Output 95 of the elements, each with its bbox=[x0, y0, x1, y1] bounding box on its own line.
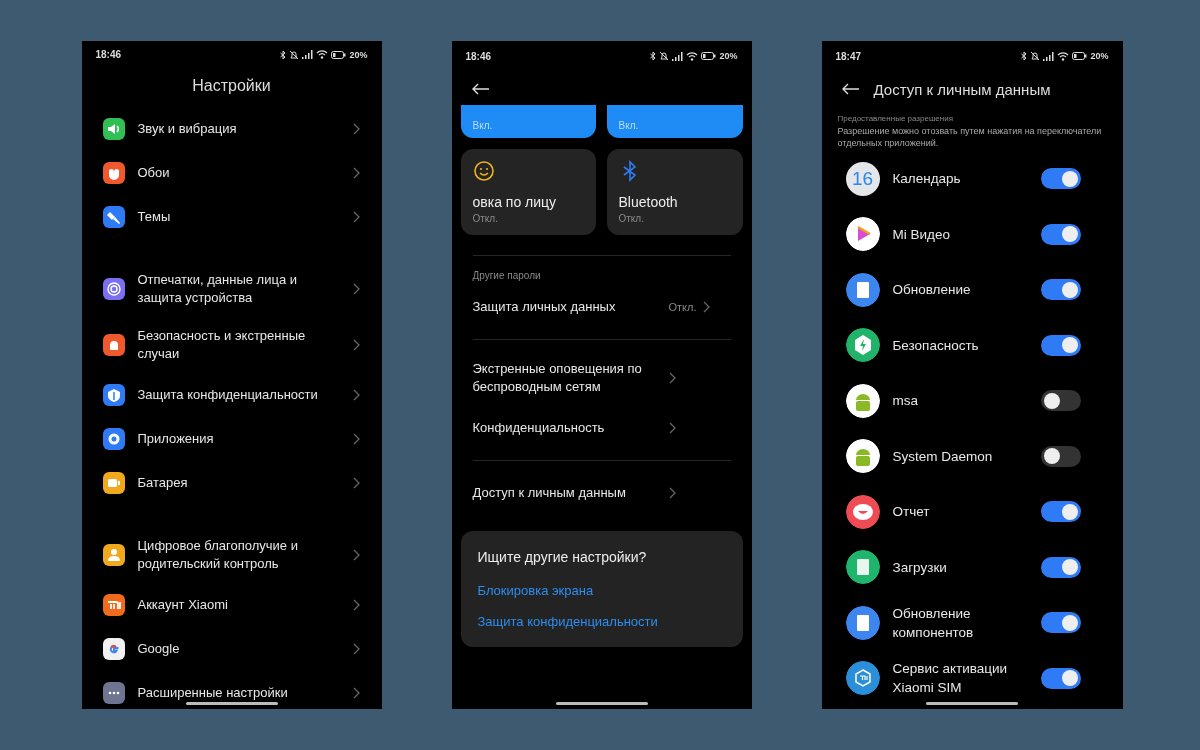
chevron-icon bbox=[668, 372, 676, 384]
app-name: Отчет bbox=[892, 503, 931, 522]
battery-icon bbox=[701, 52, 717, 60]
quick-tile[interactable]: овка по лицу Откл. bbox=[460, 149, 596, 235]
chevron-icon bbox=[668, 422, 676, 434]
settings-item[interactable]: Звук и вибрация bbox=[81, 107, 382, 151]
app-name: msa bbox=[892, 392, 919, 411]
screen-title: Доступ к личным данным bbox=[873, 80, 1051, 98]
signal-icon bbox=[302, 50, 314, 59]
battery-icon bbox=[331, 50, 347, 59]
chevron-icon bbox=[352, 283, 360, 295]
chevron-icon bbox=[352, 211, 360, 223]
section-caption: Предоставленные разрешения bbox=[836, 113, 954, 123]
mute-icon bbox=[289, 49, 300, 60]
settings-item[interactable]: Темы bbox=[81, 195, 382, 239]
settings-item[interactable]: Приложения bbox=[81, 417, 382, 461]
item-value: Откл. bbox=[668, 301, 697, 313]
description-text: Разрешение можно отозвать путем нажатия на переключатели отдельных приложений. bbox=[836, 125, 1103, 150]
toggle-switch[interactable] bbox=[1040, 667, 1081, 689]
clock-time: 18:47 bbox=[835, 50, 862, 62]
settings-item[interactable]: Обои bbox=[81, 151, 382, 195]
smiley-icon bbox=[472, 160, 495, 182]
section-header: Другие пароли bbox=[471, 269, 542, 283]
settings-item[interactable]: Отпечатки, данные лица и защита устройства bbox=[81, 261, 382, 317]
quick-tile[interactable]: Bluetooth Откл. bbox=[606, 149, 743, 235]
chevron-icon bbox=[352, 167, 360, 179]
chevron-icon bbox=[352, 123, 360, 135]
app-name: Сервис активации Xiaomi SIM bbox=[892, 660, 1009, 698]
chevron-icon bbox=[352, 339, 360, 351]
screen-title: Настройки bbox=[191, 76, 272, 96]
chevron-icon bbox=[352, 477, 360, 489]
chevron-icon bbox=[668, 487, 676, 499]
settings-item[interactable]: Google bbox=[81, 627, 382, 671]
chevron-icon bbox=[352, 687, 360, 699]
bluetooth-icon bbox=[280, 49, 287, 60]
toggle-switch[interactable] bbox=[1040, 556, 1081, 578]
mute-icon bbox=[1030, 51, 1041, 61]
tile-status: Вкл. bbox=[618, 120, 640, 131]
app-name: Календарь bbox=[892, 170, 962, 189]
tile-status: Откл. bbox=[472, 213, 499, 224]
wifi-icon bbox=[316, 50, 329, 59]
app-name: System Daemon bbox=[892, 447, 994, 466]
battery-percent: 20% bbox=[349, 49, 368, 60]
settings-item[interactable]: Экстренные оповещения по беспроводным сетям bbox=[451, 350, 752, 406]
chevron-icon bbox=[702, 301, 710, 313]
settings-item[interactable]: Безопасность и экстренные случаи bbox=[81, 317, 382, 373]
settings-item[interactable]: Цифровое благополучие и родительский контроль bbox=[81, 527, 382, 583]
toggle-switch[interactable] bbox=[1040, 223, 1081, 245]
settings-item[interactable]: Защита конфиденциальности bbox=[81, 373, 382, 417]
tile-title: Bluetooth bbox=[618, 194, 679, 210]
app-name: Загрузки bbox=[892, 558, 948, 577]
toggle-switch[interactable] bbox=[1040, 334, 1081, 356]
battery-percent: 20% bbox=[719, 51, 738, 61]
settings-item[interactable]: Аккаунт Xiaomi bbox=[81, 583, 382, 627]
tile-status: Откл. bbox=[618, 213, 645, 224]
settings-item[interactable]: Конфиденциальность bbox=[451, 406, 752, 450]
card-title: Ищите другие настройки? bbox=[477, 549, 648, 565]
wifi-icon bbox=[686, 51, 699, 61]
wifi-icon bbox=[1057, 51, 1070, 61]
app-name: Обновление bbox=[892, 281, 972, 300]
toggle-switch[interactable] bbox=[1040, 168, 1081, 190]
tile-status: Вкл. bbox=[472, 120, 494, 131]
chevron-icon bbox=[352, 433, 360, 445]
toggle-switch[interactable] bbox=[1040, 279, 1081, 301]
clock-time: 18:46 bbox=[465, 50, 492, 62]
settings-item[interactable]: Защита личных данных Откл. bbox=[451, 285, 752, 329]
toggle-switch[interactable] bbox=[1040, 501, 1081, 523]
toggle-switch[interactable] bbox=[1040, 390, 1081, 412]
app-name: Обновление компонентов bbox=[892, 604, 975, 642]
chevron-icon bbox=[352, 549, 360, 561]
chevron-icon bbox=[352, 599, 360, 611]
back-arrow-icon[interactable] bbox=[471, 83, 490, 95]
app-name: Безопасность bbox=[892, 336, 980, 355]
settings-item[interactable]: Батарея bbox=[81, 461, 382, 505]
app-name: Mi Видео bbox=[892, 225, 951, 244]
toggle-switch[interactable] bbox=[1040, 612, 1081, 634]
clock-time: 18:46 bbox=[95, 49, 122, 60]
bluetooth-icon bbox=[1021, 51, 1028, 61]
chevron-icon bbox=[352, 389, 360, 401]
chevron-icon bbox=[352, 643, 360, 655]
tile-title: овка по лицу bbox=[472, 194, 558, 210]
suggestion-link[interactable]: Блокировка экрана bbox=[477, 575, 726, 606]
calendar-icon: 16 bbox=[845, 161, 880, 196]
settings-item[interactable]: Доступ к личным данным bbox=[451, 471, 752, 515]
home-indicator[interactable] bbox=[555, 702, 648, 705]
back-arrow-icon[interactable] bbox=[841, 83, 860, 95]
bluetooth-icon bbox=[650, 51, 657, 61]
home-indicator[interactable] bbox=[185, 702, 278, 705]
mute-icon bbox=[659, 51, 670, 61]
battery-percent: 20% bbox=[1090, 51, 1109, 61]
signal-icon bbox=[672, 51, 684, 61]
battery-icon bbox=[1072, 52, 1088, 60]
suggestion-link[interactable]: Защита конфиденциальности bbox=[477, 606, 726, 637]
signal-icon bbox=[1043, 51, 1055, 61]
toggle-switch[interactable] bbox=[1040, 445, 1081, 467]
